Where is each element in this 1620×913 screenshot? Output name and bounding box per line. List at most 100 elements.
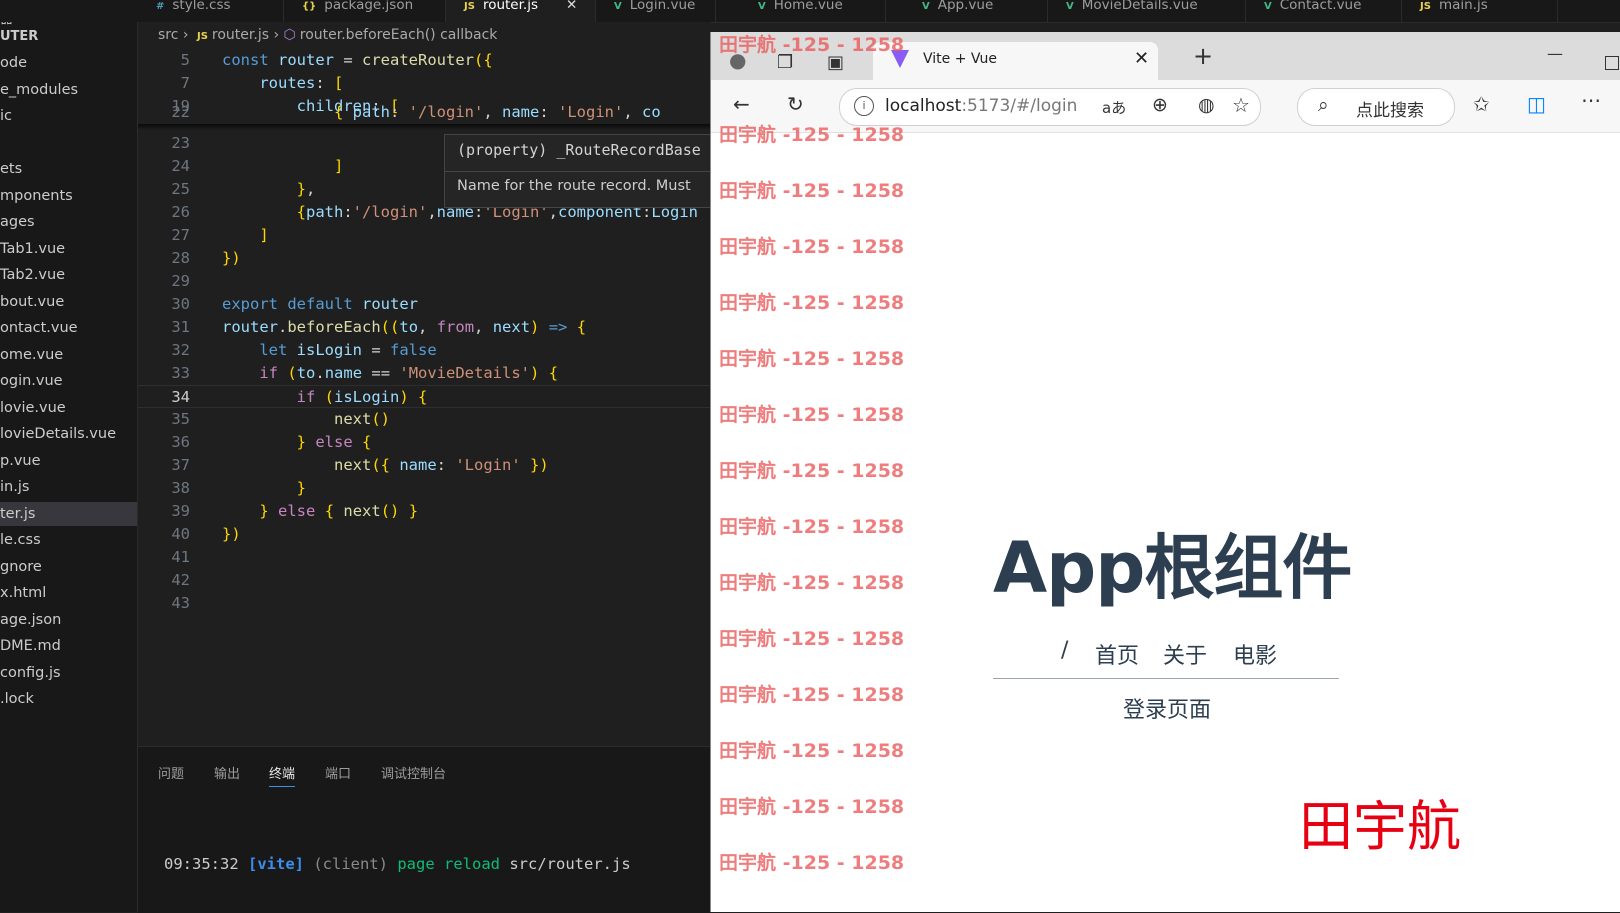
file-tree-item[interactable]: .lock: [0, 687, 137, 711]
code-line[interactable]: 34 if (isLogin) {: [138, 385, 710, 408]
file-tree-item[interactable]: gnore: [0, 555, 137, 579]
file-tree-item[interactable]: Tab2.vue: [0, 263, 137, 287]
line-code[interactable]: } else { next() }: [222, 500, 418, 523]
file-tree-item[interactable]: config.js: [0, 661, 137, 685]
file-tree-item[interactable]: ages: [0, 210, 137, 234]
close-icon[interactable]: ✕: [1134, 48, 1149, 69]
tab-package-json[interactable]: {} package.json: [284, 0, 446, 22]
file-tree-item[interactable]: age.json: [0, 608, 137, 632]
panel-tab-problems[interactable]: 问题: [158, 763, 184, 782]
file-tree-item[interactable]: [0, 131, 137, 155]
code-line[interactable]: 27 ]: [138, 224, 710, 247]
code-line[interactable]: 35 next(): [138, 408, 710, 431]
tab-login-vue[interactable]: V Login.vue: [596, 0, 716, 22]
code-line[interactable]: 22 { path: '/login', name: 'Login', co: [138, 101, 710, 124]
breadcrumb-file[interactable]: router.js: [212, 27, 269, 43]
code-line[interactable]: 33 if (to.name == 'MovieDetails') {: [138, 362, 710, 385]
zoom-icon[interactable]: ⊕: [1152, 94, 1168, 116]
ie-mode-icon[interactable]: ◫: [1527, 92, 1546, 116]
line-code[interactable]: if (isLogin) {: [222, 386, 428, 409]
back-arrow-icon[interactable]: ←: [733, 92, 750, 116]
line-code[interactable]: ]: [222, 155, 343, 178]
code-line[interactable]: 7 routes: [: [138, 72, 710, 95]
file-tree-item[interactable]: ter.js: [0, 501, 137, 526]
line-code[interactable]: routes: [: [222, 72, 343, 95]
code-line[interactable]: 39 } else { next() }: [138, 500, 710, 523]
close-icon[interactable]: ✕: [566, 0, 577, 13]
tab-router-js[interactable]: JS router.js ✕: [446, 0, 596, 22]
line-code[interactable]: ]: [222, 224, 268, 247]
line-code[interactable]: },: [222, 178, 316, 201]
nav-link-home[interactable]: 首页: [1095, 638, 1139, 670]
code-line[interactable]: 30 export default router: [138, 293, 710, 316]
line-code[interactable]: router.beforeEach((to, from, next) => {: [222, 316, 586, 339]
file-tree-item[interactable]: e_modules: [0, 78, 137, 102]
browser-tab-vite-vue[interactable]: Vite + Vue ✕: [873, 42, 1158, 80]
panel-tab-terminal[interactable]: 终端: [269, 763, 296, 787]
line-code[interactable]: } else {: [222, 431, 372, 454]
panel-tab-debug-console[interactable]: 调试控制台: [381, 763, 446, 782]
edge-icon[interactable]: ◍: [1198, 94, 1215, 116]
file-tree-item[interactable]: ontact.vue: [0, 316, 137, 340]
refresh-icon[interactable]: ↻: [787, 92, 804, 116]
line-code[interactable]: const router = createRouter({: [222, 49, 493, 72]
file-tree-item[interactable]: p.vue: [0, 449, 137, 473]
new-tab-button[interactable]: +: [1193, 42, 1213, 70]
tab-home-vue[interactable]: V Home.vue: [740, 0, 886, 22]
more-icon[interactable]: ···: [97, 22, 112, 23]
line-code[interactable]: { path: '/login', name: 'Login', co: [222, 101, 661, 124]
tab-main-js[interactable]: JS main.js: [1402, 0, 1558, 22]
line-code[interactable]: }: [222, 477, 306, 500]
line-code[interactable]: next({ name: 'Login' }): [222, 454, 549, 477]
file-tree-item[interactable]: DME.md: [0, 634, 137, 658]
code-line[interactable]: 40}): [138, 523, 710, 546]
code-line[interactable]: 38 }: [138, 477, 710, 500]
code-editor[interactable]: src › JS router.js › ⬡ router.beforeEach()…: [138, 22, 710, 746]
explorer-root-folder[interactable]: UTER: [0, 29, 38, 44]
code-line[interactable]: 32 let isLogin = false: [138, 339, 710, 362]
file-tree-item[interactable]: ogin.vue: [0, 369, 137, 393]
code-line[interactable]: 31 router.beforeEach((to, from, next) => …: [138, 316, 710, 339]
tab-app-vue[interactable]: V App.vue: [904, 0, 1048, 22]
tab-style-css[interactable]: # style.css: [138, 0, 284, 22]
code-line[interactable]: 29: [138, 270, 710, 293]
panel-tab-ports[interactable]: 端口: [325, 763, 351, 782]
code-line[interactable]: 37 next({ name: 'Login' }): [138, 454, 710, 477]
more-icon[interactable]: ⋯: [1581, 88, 1601, 112]
file-tree-item[interactable]: lovieDetails.vue: [0, 422, 137, 446]
code-line[interactable]: 43: [138, 592, 710, 615]
nav-link-about[interactable]: 关于: [1163, 638, 1207, 670]
favorite-star-icon[interactable]: ☆: [1232, 93, 1250, 117]
breadcrumb-src[interactable]: src: [158, 27, 178, 43]
search-box[interactable]: ⌕ 点此搜索: [1297, 88, 1455, 126]
file-tree-item[interactable]: x.html: [0, 581, 137, 605]
url-text[interactable]: localhost:5173/#/login: [885, 96, 1077, 116]
file-tree-item[interactable]: ic: [0, 104, 137, 128]
file-tree-item[interactable]: in.js: [0, 475, 137, 499]
tab-contact-vue[interactable]: V Contact.vue: [1246, 0, 1402, 22]
favorites-icon[interactable]: ✩: [1473, 92, 1490, 116]
info-icon[interactable]: i: [854, 96, 874, 116]
line-code[interactable]: if (to.name == 'MovieDetails') {: [222, 362, 558, 385]
line-code[interactable]: let isLogin = false: [222, 339, 436, 362]
code-line[interactable]: 5 const router = createRouter({: [138, 49, 710, 72]
code-line[interactable]: 28}): [138, 247, 710, 270]
code-line[interactable]: 36 } else {: [138, 431, 710, 454]
maximize-button[interactable]: [1605, 56, 1619, 70]
line-code[interactable]: next(): [222, 408, 390, 431]
minimize-button[interactable]: —: [1547, 44, 1563, 63]
line-code[interactable]: }): [222, 247, 241, 270]
tab-moviedetails-vue[interactable]: V MovieDetails.vue: [1048, 0, 1246, 22]
read-aloud-icon[interactable]: aあ: [1102, 97, 1126, 118]
file-tree-item[interactable]: ode: [0, 51, 137, 75]
line-code[interactable]: }): [222, 523, 241, 546]
terminal-output-line[interactable]: 09:35:32 [vite] (client) page reload src…: [164, 855, 631, 873]
file-tree-item[interactable]: lovie.vue: [0, 396, 137, 420]
nav-link-movie[interactable]: 电影: [1233, 638, 1277, 670]
code-line[interactable]: 42: [138, 569, 710, 592]
file-tree-item[interactable]: Tab1.vue: [0, 237, 137, 261]
file-tree-item[interactable]: bout.vue: [0, 290, 137, 314]
nav-link-root[interactable]: /: [1061, 638, 1068, 663]
file-tree-item[interactable]: mponents: [0, 184, 137, 208]
panel-tab-output[interactable]: 输出: [214, 763, 240, 782]
